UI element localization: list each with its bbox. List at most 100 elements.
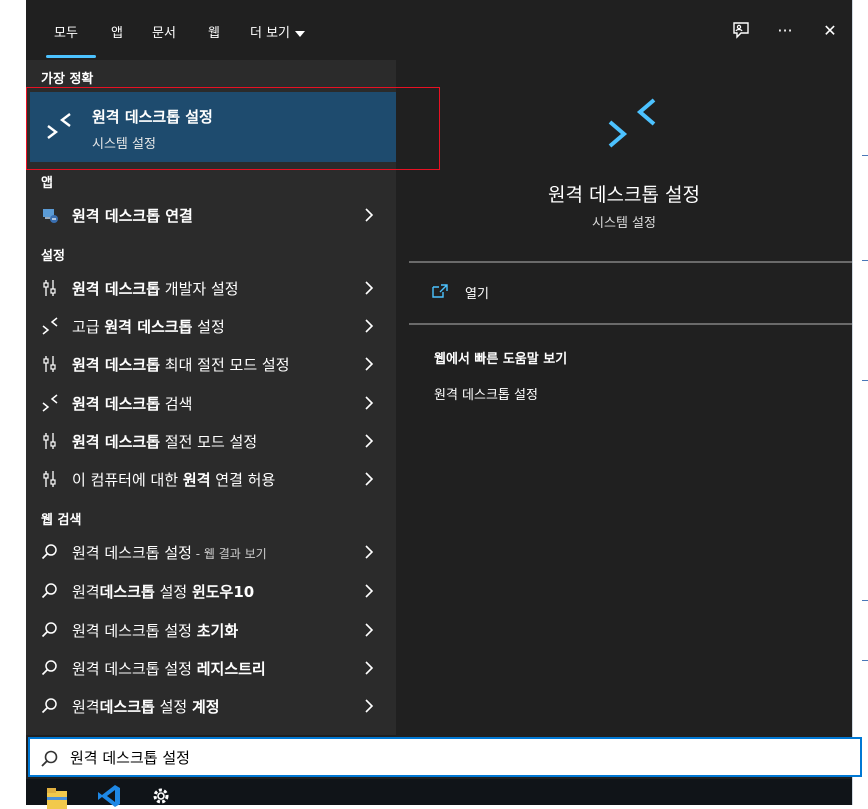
search-icon bbox=[40, 658, 60, 678]
best-match-title: 원격 데스크톱 설정 bbox=[92, 108, 213, 126]
label-part: 원격 bbox=[72, 698, 100, 716]
caret-down-icon bbox=[295, 30, 306, 37]
settings-item-label: 고급 원격 데스크톱 설정 bbox=[72, 316, 225, 337]
search-icon bbox=[40, 581, 60, 601]
chevron-right-icon bbox=[365, 396, 374, 410]
settings-item-label: 원격 데스크톱 검색 bbox=[72, 393, 192, 414]
close-icon[interactable]: ✕ bbox=[818, 18, 842, 42]
chevron-right-icon bbox=[365, 699, 374, 713]
remote-desktop-icon bbox=[40, 316, 60, 336]
settings-item-label: 이 컴퓨터에 대한 원격 연결 허용 bbox=[72, 469, 275, 490]
web-result-item[interactable]: 원격 데스크톱 설정 초기화 bbox=[26, 612, 396, 648]
preview-subtitle: 시스템 설정 bbox=[592, 216, 656, 231]
web-result-item-label: 원격 데스크톱 설정 초기화 bbox=[72, 620, 238, 641]
background-window bbox=[852, 0, 868, 805]
vscode-icon[interactable] bbox=[96, 783, 122, 809]
label-part: 원격 bbox=[72, 583, 100, 601]
label-highlight: 레지스트리 bbox=[196, 660, 266, 678]
label-part: 설정 bbox=[154, 698, 192, 716]
file-explorer-icon[interactable] bbox=[44, 783, 70, 809]
settings-item-label: 원격 데스크톱 개발자 설정 bbox=[72, 278, 239, 299]
remote-desktop-icon bbox=[47, 113, 71, 139]
settings-item[interactable]: 원격 데스크톱 절전 모드 설정 bbox=[26, 423, 396, 459]
label-highlight: 원격 bbox=[182, 471, 211, 489]
settings-item[interactable]: 원격 데스크톱 검색 bbox=[26, 385, 396, 421]
chevron-right-icon bbox=[365, 472, 374, 486]
label-part: 고급 bbox=[72, 318, 105, 336]
web-help-title: 웹에서 빠른 도움말 보기 bbox=[434, 352, 568, 367]
remote-connection-icon bbox=[40, 205, 60, 225]
label-part: 개발자 설정 bbox=[160, 280, 239, 298]
label-part: 연결 허용 bbox=[210, 471, 276, 489]
settings-item-label: 원격 데스크톱 절전 모드 설정 bbox=[72, 431, 257, 452]
best-match-subtitle: 시스템 설정 bbox=[92, 137, 156, 152]
web-result-item-label: 원격 데스크톱 설정 - 웹 결과 보기 bbox=[72, 542, 267, 563]
search-box bbox=[28, 737, 862, 777]
label-highlight: 원격 데스크톱 bbox=[72, 280, 161, 298]
label-part: 원격 데스크톱 설정 bbox=[72, 544, 192, 562]
web-result-item[interactable]: 원격 데스크톱 설정 레지스트리 bbox=[26, 650, 396, 686]
search-icon bbox=[40, 696, 60, 716]
background-mark bbox=[862, 600, 868, 601]
settings-slider-icon bbox=[40, 469, 60, 489]
label-part: 이 컴퓨터에 대한 bbox=[72, 471, 183, 489]
tab-web[interactable]: 웹 bbox=[208, 22, 220, 41]
app-item[interactable]: 원격 데스크톱 연결 bbox=[26, 197, 396, 233]
tab-more-label: 더 보기 bbox=[250, 26, 291, 41]
label-highlight: 데스크톱 bbox=[99, 698, 155, 716]
settings-item[interactable]: 고급 원격 데스크톱 설정 bbox=[26, 308, 396, 344]
label-part: 원격 데스크톱 설정 bbox=[72, 622, 197, 640]
divider bbox=[409, 261, 852, 263]
settings-slider-icon bbox=[40, 431, 60, 451]
background-mark bbox=[862, 260, 868, 261]
search-icon bbox=[41, 750, 58, 767]
web-result-item[interactable]: 원격데스크톱 설정 윈도우10 bbox=[26, 573, 396, 609]
divider bbox=[409, 323, 852, 325]
chevron-right-icon bbox=[365, 661, 374, 675]
active-tab-indicator bbox=[46, 55, 96, 58]
web-result-item-label: 원격데스크톱 설정 윈도우10 bbox=[72, 581, 254, 602]
settings-slider-icon bbox=[40, 278, 60, 298]
chevron-right-icon bbox=[365, 208, 374, 222]
tab-all[interactable]: 모두 bbox=[54, 22, 78, 41]
taskbar bbox=[26, 779, 852, 809]
tab-apps[interactable]: 앱 bbox=[111, 22, 123, 41]
search-window: 모두 앱 문서 웹 더 보기 ··· ✕ 가장 정확 원격 데스크톱 설정 시스… bbox=[26, 0, 862, 809]
label-highlight: 초기화 bbox=[196, 622, 239, 640]
web-result-item-label: 원격데스크톱 설정 계정 bbox=[72, 696, 220, 717]
label-highlight: 원격 데스크톱 bbox=[104, 318, 193, 336]
tab-more[interactable]: 더 보기 bbox=[250, 22, 306, 41]
web-help-link[interactable]: 원격 데스크톱 설정 bbox=[434, 384, 538, 403]
settings-item[interactable]: 원격 데스크톱 최대 절전 모드 설정 bbox=[26, 346, 396, 382]
remote-desktop-icon bbox=[40, 393, 60, 413]
settings-item[interactable]: 이 컴퓨터에 대한 원격 연결 허용 bbox=[26, 461, 396, 497]
label-part: 설정 bbox=[154, 583, 192, 601]
chevron-right-icon bbox=[365, 319, 374, 333]
web-result-item[interactable]: 원격 데스크톱 설정 - 웹 결과 보기 bbox=[26, 534, 396, 570]
label-highlight: 원격 데스크톱 bbox=[72, 395, 161, 413]
section-apps: 앱 bbox=[41, 176, 53, 191]
settings-item[interactable]: 원격 데스크톱 개발자 설정 bbox=[26, 270, 396, 306]
search-icon bbox=[40, 542, 60, 562]
feedback-icon[interactable] bbox=[729, 18, 753, 42]
search-input[interactable] bbox=[70, 745, 830, 769]
settings-gear-icon[interactable] bbox=[148, 783, 174, 809]
label-highlight: 윈도우10 bbox=[191, 583, 255, 601]
search-icon bbox=[40, 620, 60, 640]
label-highlight: 데스크톱 bbox=[99, 583, 155, 601]
best-match-item[interactable]: 원격 데스크톱 설정 시스템 설정 bbox=[30, 92, 396, 162]
label-highlight: 원격 데스크톱 bbox=[72, 356, 161, 374]
web-result-item[interactable]: 원격데스크톱 설정 계정 bbox=[26, 688, 396, 724]
tab-documents[interactable]: 문서 bbox=[152, 22, 176, 41]
settings-item-label: 원격 데스크톱 최대 절전 모드 설정 bbox=[72, 354, 290, 375]
background-mark bbox=[862, 155, 868, 156]
more-options-icon[interactable]: ··· bbox=[773, 18, 797, 42]
label-highlight: 원격 데스크톱 bbox=[72, 433, 161, 451]
chevron-right-icon bbox=[365, 357, 374, 371]
label-part: 절전 모드 설정 bbox=[160, 433, 258, 451]
open-icon bbox=[432, 284, 448, 298]
app-item-label: 원격 데스크톱 연결 bbox=[72, 207, 193, 225]
label-part: 최대 절전 모드 설정 bbox=[160, 356, 290, 374]
remote-desktop-icon bbox=[608, 98, 656, 148]
chevron-right-icon bbox=[365, 623, 374, 637]
